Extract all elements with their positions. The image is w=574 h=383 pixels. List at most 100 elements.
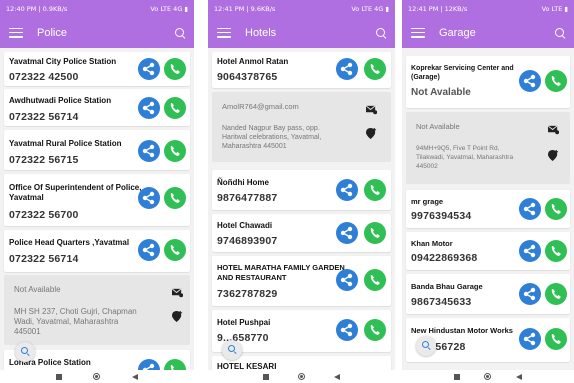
search-icon[interactable] bbox=[175, 27, 185, 38]
call-button[interactable] bbox=[545, 240, 567, 262]
call-icon bbox=[551, 246, 561, 256]
recent-apps-button[interactable] bbox=[262, 373, 269, 380]
list-item[interactable]: Police Head Quarters ,Yavatmal 072322 56… bbox=[4, 230, 190, 272]
back-button[interactable] bbox=[334, 373, 341, 380]
item-name: New Hindustan Motor Works bbox=[411, 326, 513, 335]
call-icon bbox=[370, 64, 380, 74]
share-button[interactable] bbox=[336, 222, 358, 244]
address-line-2: Tilakwadi, Yavatmal, Maharashtra bbox=[416, 154, 514, 161]
add-location-icon[interactable] bbox=[172, 311, 183, 322]
call-button[interactable] bbox=[164, 187, 186, 209]
home-button[interactable] bbox=[484, 373, 492, 380]
list-item[interactable]: Khan Motor 09422869368 bbox=[406, 232, 570, 270]
address-line-2: Haritwal celebrations, Yavatmal, bbox=[222, 134, 322, 141]
recent-apps-button[interactable] bbox=[55, 373, 62, 380]
share-button[interactable] bbox=[336, 58, 358, 80]
call-button[interactable] bbox=[545, 198, 567, 220]
home-button[interactable] bbox=[297, 373, 305, 380]
email-text: Not Available bbox=[14, 285, 61, 294]
list-item[interactable]: Banda Bhau Garage 9867345633 bbox=[406, 274, 570, 314]
list-item[interactable]: Office Of Superintendent of Police, Yava… bbox=[4, 174, 190, 226]
list-item[interactable]: Yavatmal City Police Station 072322 4250… bbox=[4, 52, 190, 86]
zoom-icon[interactable] bbox=[222, 340, 242, 360]
recent-apps-button[interactable] bbox=[454, 373, 461, 380]
mail-icon[interactable] bbox=[366, 104, 377, 115]
zoom-icon[interactable] bbox=[15, 342, 35, 362]
share-icon bbox=[523, 244, 536, 258]
share-button[interactable] bbox=[138, 97, 160, 119]
search-icon[interactable] bbox=[376, 27, 386, 38]
call-icon bbox=[551, 334, 561, 344]
hotels-screen: 12:41 PM | 9.6KB/s Vo LTE 4G ▮ Hotels Ho… bbox=[208, 0, 395, 383]
item-name-line2: (Garage) bbox=[411, 74, 440, 81]
item-phone: 9976394534 bbox=[411, 210, 472, 222]
menu-icon[interactable] bbox=[411, 27, 425, 38]
share-icon bbox=[340, 273, 353, 287]
call-icon bbox=[551, 204, 561, 214]
item-name: Khan Motor bbox=[411, 239, 453, 248]
call-button[interactable] bbox=[364, 179, 386, 201]
search-icon[interactable] bbox=[555, 27, 565, 38]
share-button[interactable] bbox=[336, 269, 358, 291]
share-button[interactable] bbox=[519, 328, 541, 350]
list-item[interactable]: Awdhutwadi Police Station 072322 56714 bbox=[4, 89, 190, 126]
share-button[interactable] bbox=[519, 70, 541, 92]
call-button[interactable] bbox=[545, 70, 567, 92]
share-button[interactable] bbox=[138, 140, 160, 162]
list-item[interactable]: Yavatmal Rural Police Station 072322 567… bbox=[4, 130, 190, 170]
call-button[interactable] bbox=[364, 58, 386, 80]
share-icon bbox=[523, 74, 536, 88]
status-left: 12:40 PM | 0.9KB/s bbox=[6, 4, 68, 13]
menu-icon[interactable] bbox=[9, 27, 23, 38]
call-button[interactable] bbox=[164, 239, 186, 261]
add-location-icon[interactable] bbox=[548, 150, 559, 161]
police-screen: 12:40 PM | 0.9KB/s Vo LTE 4G ▮ Police Ya… bbox=[0, 0, 194, 383]
mail-icon[interactable] bbox=[172, 287, 183, 298]
back-button[interactable] bbox=[515, 373, 522, 380]
details-panel: Not Available MH SH 237, Choti Gujri, Ch… bbox=[4, 275, 190, 345]
address-line-1: 94MH+9Q5, Five T Point Rd, bbox=[416, 145, 500, 152]
back-button[interactable] bbox=[132, 373, 139, 380]
share-button[interactable] bbox=[138, 187, 160, 209]
page-title: Hotels bbox=[245, 26, 277, 39]
mail-icon[interactable] bbox=[548, 124, 559, 135]
share-button[interactable] bbox=[336, 319, 358, 341]
call-button[interactable] bbox=[164, 140, 186, 162]
item-phone: 072322 56714 bbox=[9, 111, 79, 123]
call-button[interactable] bbox=[364, 319, 386, 341]
item-phone: 072322 56715 bbox=[9, 154, 79, 166]
call-button[interactable] bbox=[164, 97, 186, 119]
share-icon bbox=[340, 226, 353, 240]
share-button[interactable] bbox=[519, 198, 541, 220]
home-button[interactable] bbox=[93, 373, 101, 380]
item-name: Banda Bhau Garage bbox=[411, 282, 483, 291]
call-icon bbox=[170, 146, 180, 156]
share-button[interactable] bbox=[519, 283, 541, 305]
garage-screen: 12:41 PM | 12KB/s Vo LTE ▮ Garage Koprek… bbox=[402, 0, 574, 383]
call-button[interactable] bbox=[545, 283, 567, 305]
call-button[interactable] bbox=[164, 58, 186, 80]
list-item[interactable]: Hotel Anmol Ratan 9064378765 bbox=[212, 52, 391, 88]
item-name: Hotel Pushpai bbox=[217, 318, 271, 327]
details-panel: AmolR764@gmail.com Nanded Nagpur Bay pas… bbox=[212, 92, 391, 162]
menu-icon[interactable] bbox=[217, 27, 231, 38]
share-icon bbox=[142, 101, 155, 115]
android-navbar bbox=[0, 370, 194, 383]
share-button[interactable] bbox=[519, 240, 541, 262]
list-item[interactable]: Koprekar Servicing Center and (Garage) N… bbox=[406, 56, 570, 108]
share-button[interactable] bbox=[138, 239, 160, 261]
share-button[interactable] bbox=[138, 58, 160, 80]
list-item[interactable]: mr grage 9976394534 bbox=[406, 190, 570, 228]
zoom-icon[interactable] bbox=[416, 336, 436, 356]
call-button[interactable] bbox=[545, 328, 567, 350]
call-button[interactable] bbox=[364, 222, 386, 244]
page-title: Police bbox=[37, 26, 67, 39]
share-button[interactable] bbox=[336, 179, 358, 201]
list-item[interactable]: Ñoñdhi Home 9876477887 bbox=[212, 170, 391, 210]
item-name: Awdhutwadi Police Station bbox=[9, 96, 112, 105]
address-line-3: 445001 bbox=[14, 327, 41, 336]
add-location-icon[interactable] bbox=[366, 128, 377, 139]
list-item[interactable]: HOTEL MARATHA FAMILY GARDEN AND RESTAURA… bbox=[212, 256, 391, 306]
list-item[interactable]: Hotel Chawadi 9746893907 bbox=[212, 214, 391, 252]
call-button[interactable] bbox=[364, 269, 386, 291]
